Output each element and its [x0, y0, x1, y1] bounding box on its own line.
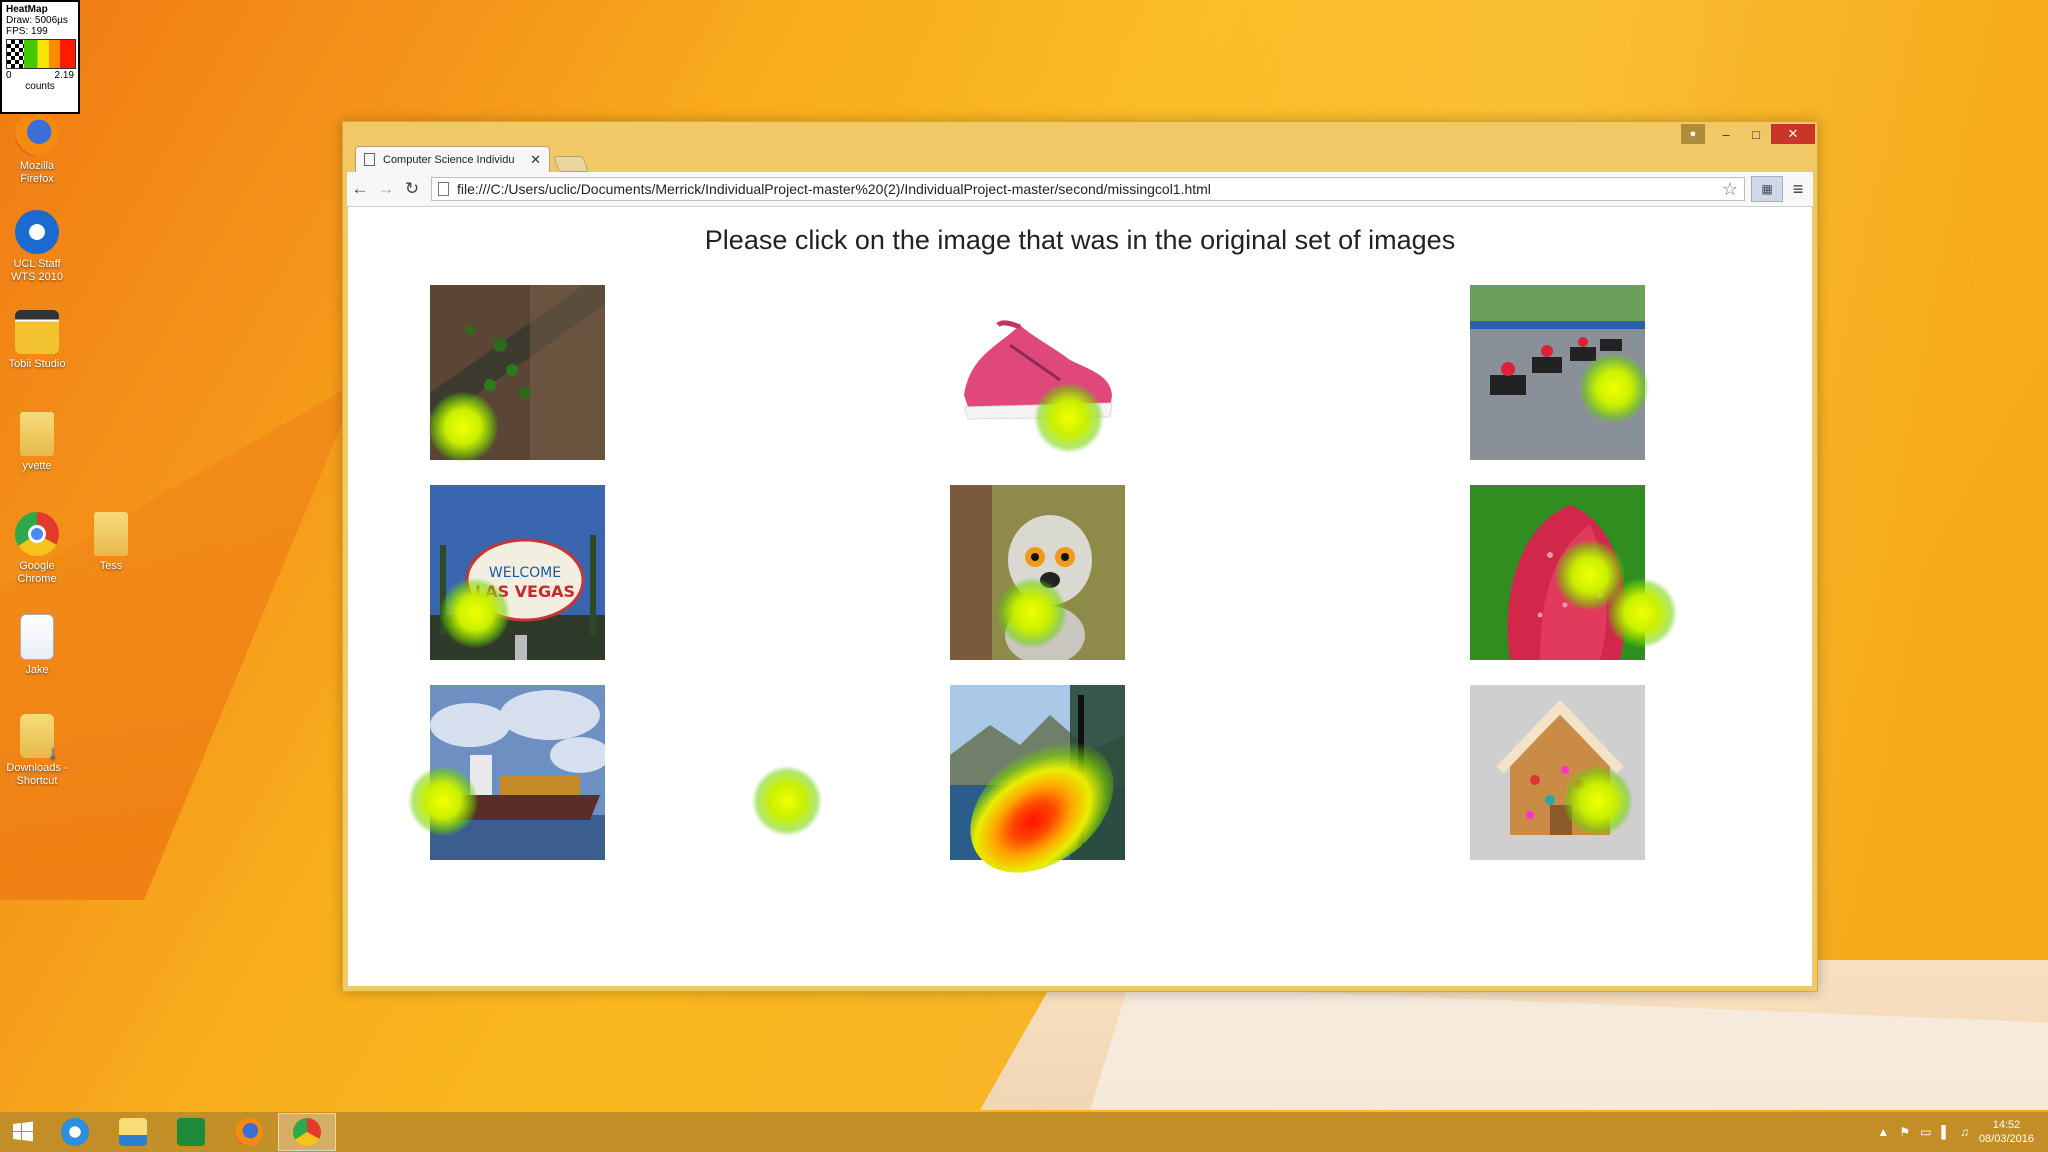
desktop-icon-jake[interactable]: Jake — [0, 614, 75, 677]
clock-date: 08/03/2016 — [1978, 1133, 2034, 1145]
chrome-browser-window: ● – □ ✕ Computer Science Individu ✕ ← → … — [342, 121, 1818, 992]
desktop-icon-ucl-wts[interactable]: UCL Staff WTS 2010 — [0, 210, 75, 284]
desktop-icon-label: Jake — [25, 664, 49, 676]
desktop-wallpaper-floor-light — [1090, 985, 2048, 1110]
heatmap-draw-time: Draw: 5006µs — [6, 15, 68, 26]
taskbar: ▲ ⚑ ▭ ▌ ♫ 14:52 08/03/2016 — [0, 1112, 2048, 1152]
folder-icon — [20, 412, 54, 456]
user-profile-button[interactable]: ● — [1681, 124, 1705, 144]
tobii-studio-icon — [15, 310, 59, 354]
desktop-icon-label: Mozilla Firefox — [19, 160, 55, 185]
page-viewport: Please click on the image that was in th… — [348, 207, 1812, 986]
desktop-icon-label: yvette — [22, 460, 52, 472]
tab-title: Computer Science Individu — [383, 153, 515, 166]
desktop-icon-tobii-studio[interactable]: Tobii Studio — [0, 310, 75, 371]
svg-text:WELCOME: WELCOME — [489, 565, 561, 581]
bookmark-star-icon[interactable]: ☆ — [1722, 179, 1738, 200]
image-option-ladybirds[interactable] — [430, 285, 605, 460]
image-option-lake-mountains[interactable] — [950, 685, 1125, 860]
desktop-icon-label: Tess — [99, 560, 123, 572]
tab-close-icon[interactable]: ✕ — [530, 152, 541, 168]
clock-time: 14:52 — [1992, 1119, 2021, 1131]
heatmap-max: 2.19 — [54, 70, 74, 81]
heatmap-fps: FPS: 199 — [6, 26, 48, 37]
maximize-button[interactable]: □ — [1741, 124, 1771, 144]
volume-icon[interactable]: ♫ — [1960, 1125, 1969, 1139]
clock[interactable]: 14:52 08/03/2016 — [1979, 1118, 2034, 1146]
heatmap-legend-title: HeatMap — [6, 4, 48, 15]
desktop-icon-label: Downloads - Shortcut — [6, 762, 68, 787]
image-option-lemur[interactable] — [950, 485, 1125, 660]
action-center-flag-icon[interactable]: ⚑ — [1899, 1125, 1910, 1139]
system-tray: ▲ ⚑ ▭ ▌ ♫ 14:52 08/03/2016 — [1877, 1118, 2048, 1146]
minimize-button[interactable]: – — [1711, 124, 1741, 144]
desktop-icon-yvette[interactable]: yvette — [0, 412, 75, 473]
new-tab-button[interactable] — [553, 156, 589, 172]
taskbar-firefox[interactable] — [220, 1113, 278, 1151]
power-icon[interactable]: ▭ — [1920, 1125, 1931, 1139]
heatmap-transparent-swatch — [7, 40, 24, 68]
page-heading: Please click on the image that was in th… — [704, 225, 1456, 255]
ucl-wts-icon — [15, 210, 59, 254]
address-bar[interactable]: file:///C:/Users/uclic/Documents/Merrick… — [431, 177, 1745, 201]
page-icon — [364, 153, 375, 166]
desktop-icon-chrome[interactable]: Google Chrome — [0, 512, 75, 586]
menu-icon[interactable]: ≡ — [1783, 179, 1813, 200]
downloads-shortcut-icon — [20, 714, 58, 760]
heatmap-color-scale — [6, 39, 76, 69]
firefox-icon — [15, 112, 59, 156]
desktop-icon-downloads-shortcut[interactable]: Downloads - Shortcut — [0, 714, 75, 788]
browser-tab-active[interactable]: Computer Science Individu ✕ — [355, 146, 550, 172]
folder-icon — [94, 512, 128, 556]
heatmap-min: 0 — [6, 70, 12, 81]
address-bar-url: file:///C:/Users/uclic/Documents/Merrick… — [457, 181, 1211, 197]
heatmap-unit: counts — [25, 81, 55, 92]
image-option-las-vegas-sign[interactable]: WELCOME LAS VEGAS — [430, 485, 605, 660]
desktop-icon-label: UCL Staff WTS 2010 — [11, 258, 63, 283]
start-button[interactable] — [0, 1120, 46, 1144]
firefox-icon — [235, 1118, 263, 1146]
store-icon — [177, 1118, 205, 1146]
back-arrow-icon[interactable]: ← — [347, 179, 373, 199]
document-icon — [20, 614, 54, 660]
page-icon — [438, 182, 449, 196]
file-explorer-icon — [119, 1118, 147, 1146]
window-controls: ● – □ ✕ — [1681, 124, 1815, 144]
network-icon[interactable]: ▌ — [1941, 1125, 1950, 1139]
desktop-icon-tess[interactable]: Tess — [73, 512, 149, 573]
image-option-running-shoe[interactable] — [950, 285, 1125, 460]
desktop-icon-label: Tobii Studio — [8, 358, 66, 370]
browser-toolbar: ← → ↻ file:///C:/Users/uclic/Documents/M… — [347, 172, 1813, 207]
image-option-cargo-ship[interactable] — [430, 685, 605, 860]
chrome-icon — [293, 1118, 321, 1146]
extension-icon[interactable]: ▦ — [1751, 176, 1783, 202]
taskbar-file-explorer[interactable] — [104, 1113, 162, 1151]
svg-text:LAS VEGAS: LAS VEGAS — [475, 582, 575, 601]
show-hidden-icons-icon[interactable]: ▲ — [1877, 1125, 1889, 1139]
image-option-tulip[interactable] — [1470, 485, 1645, 660]
chrome-icon — [15, 512, 59, 556]
taskbar-chrome[interactable] — [278, 1113, 336, 1151]
internet-explorer-icon — [61, 1118, 89, 1146]
taskbar-internet-explorer[interactable] — [46, 1113, 104, 1151]
image-option-go-kart[interactable] — [1470, 285, 1645, 460]
desktop-icon-label: Google Chrome — [17, 560, 57, 585]
start-icon — [13, 1121, 33, 1142]
heatmap-legend: HeatMap Draw: 5006µs FPS: 199 0 2.19 cou… — [0, 0, 80, 114]
image-option-gingerbread-house[interactable] — [1470, 685, 1645, 860]
tab-strip: Computer Science Individu ✕ — [355, 142, 589, 172]
close-button[interactable]: ✕ — [1771, 124, 1815, 144]
taskbar-store[interactable] — [162, 1113, 220, 1151]
forward-arrow-icon[interactable]: → — [373, 179, 399, 199]
reload-icon[interactable]: ↻ — [399, 179, 425, 199]
desktop-icon-firefox[interactable]: Mozilla Firefox — [0, 112, 75, 186]
